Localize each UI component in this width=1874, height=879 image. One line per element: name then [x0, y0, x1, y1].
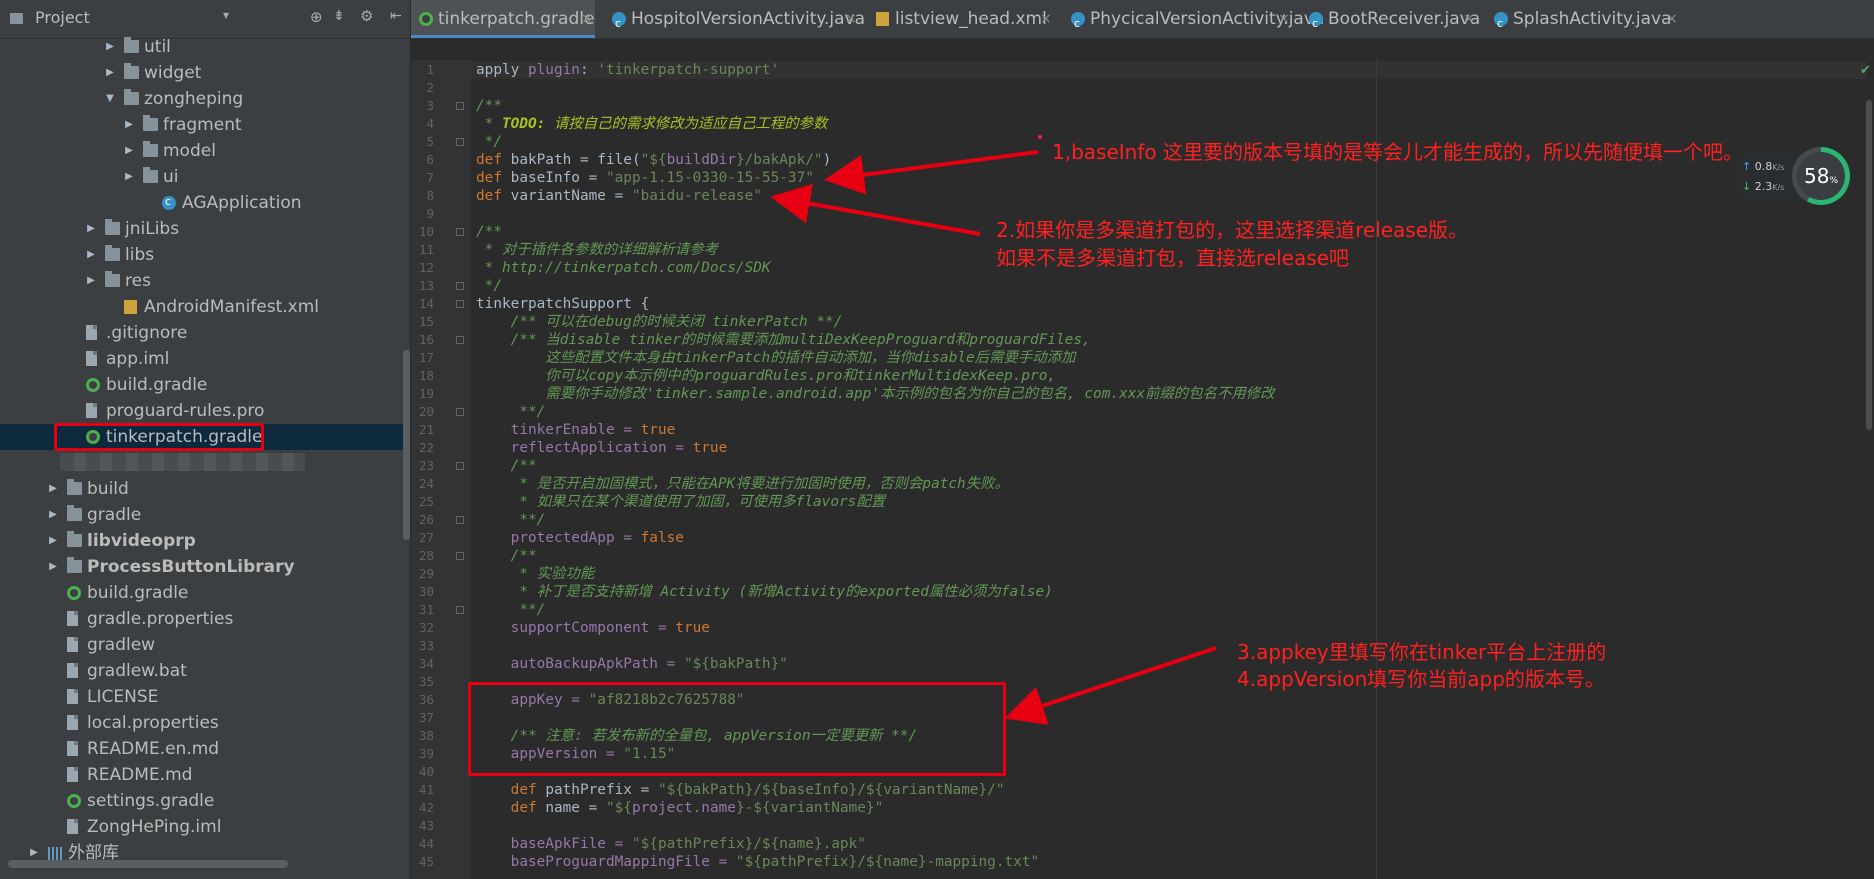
cpu-usage-value: 58%	[1797, 152, 1845, 200]
annotation-variant-line1: 2.如果你是多渠道打包的，这里选择渠道release版。	[996, 218, 1469, 242]
annotation-appkey-line1: 3.appkey里填写你在tinker平台上注册的	[1237, 640, 1607, 664]
arrow-2	[770, 183, 981, 236]
arrow-3	[1004, 646, 1217, 725]
annotation-variant-line2: 如果不是多渠道打包，直接选release吧	[996, 246, 1349, 270]
annotation-dot	[1038, 135, 1042, 139]
download-speed: ↓ 2.3K/s	[1742, 180, 1785, 193]
download-arrow-icon: ↓	[1742, 180, 1752, 193]
arrow-1	[824, 150, 1039, 195]
annotation-arrows	[770, 135, 1217, 725]
upload-arrow-icon: ↑	[1742, 160, 1752, 173]
annotation-appversion-line2: 4.appVersion填写你当前app的版本号。	[1237, 667, 1605, 691]
upload-speed: ↑ 0.8K/s	[1742, 160, 1785, 173]
annotation-baseinfo: 1,baseInfo 这里要的版本号填的是等会儿才能生成的，所以先随便填一个吧。	[1052, 140, 1743, 164]
